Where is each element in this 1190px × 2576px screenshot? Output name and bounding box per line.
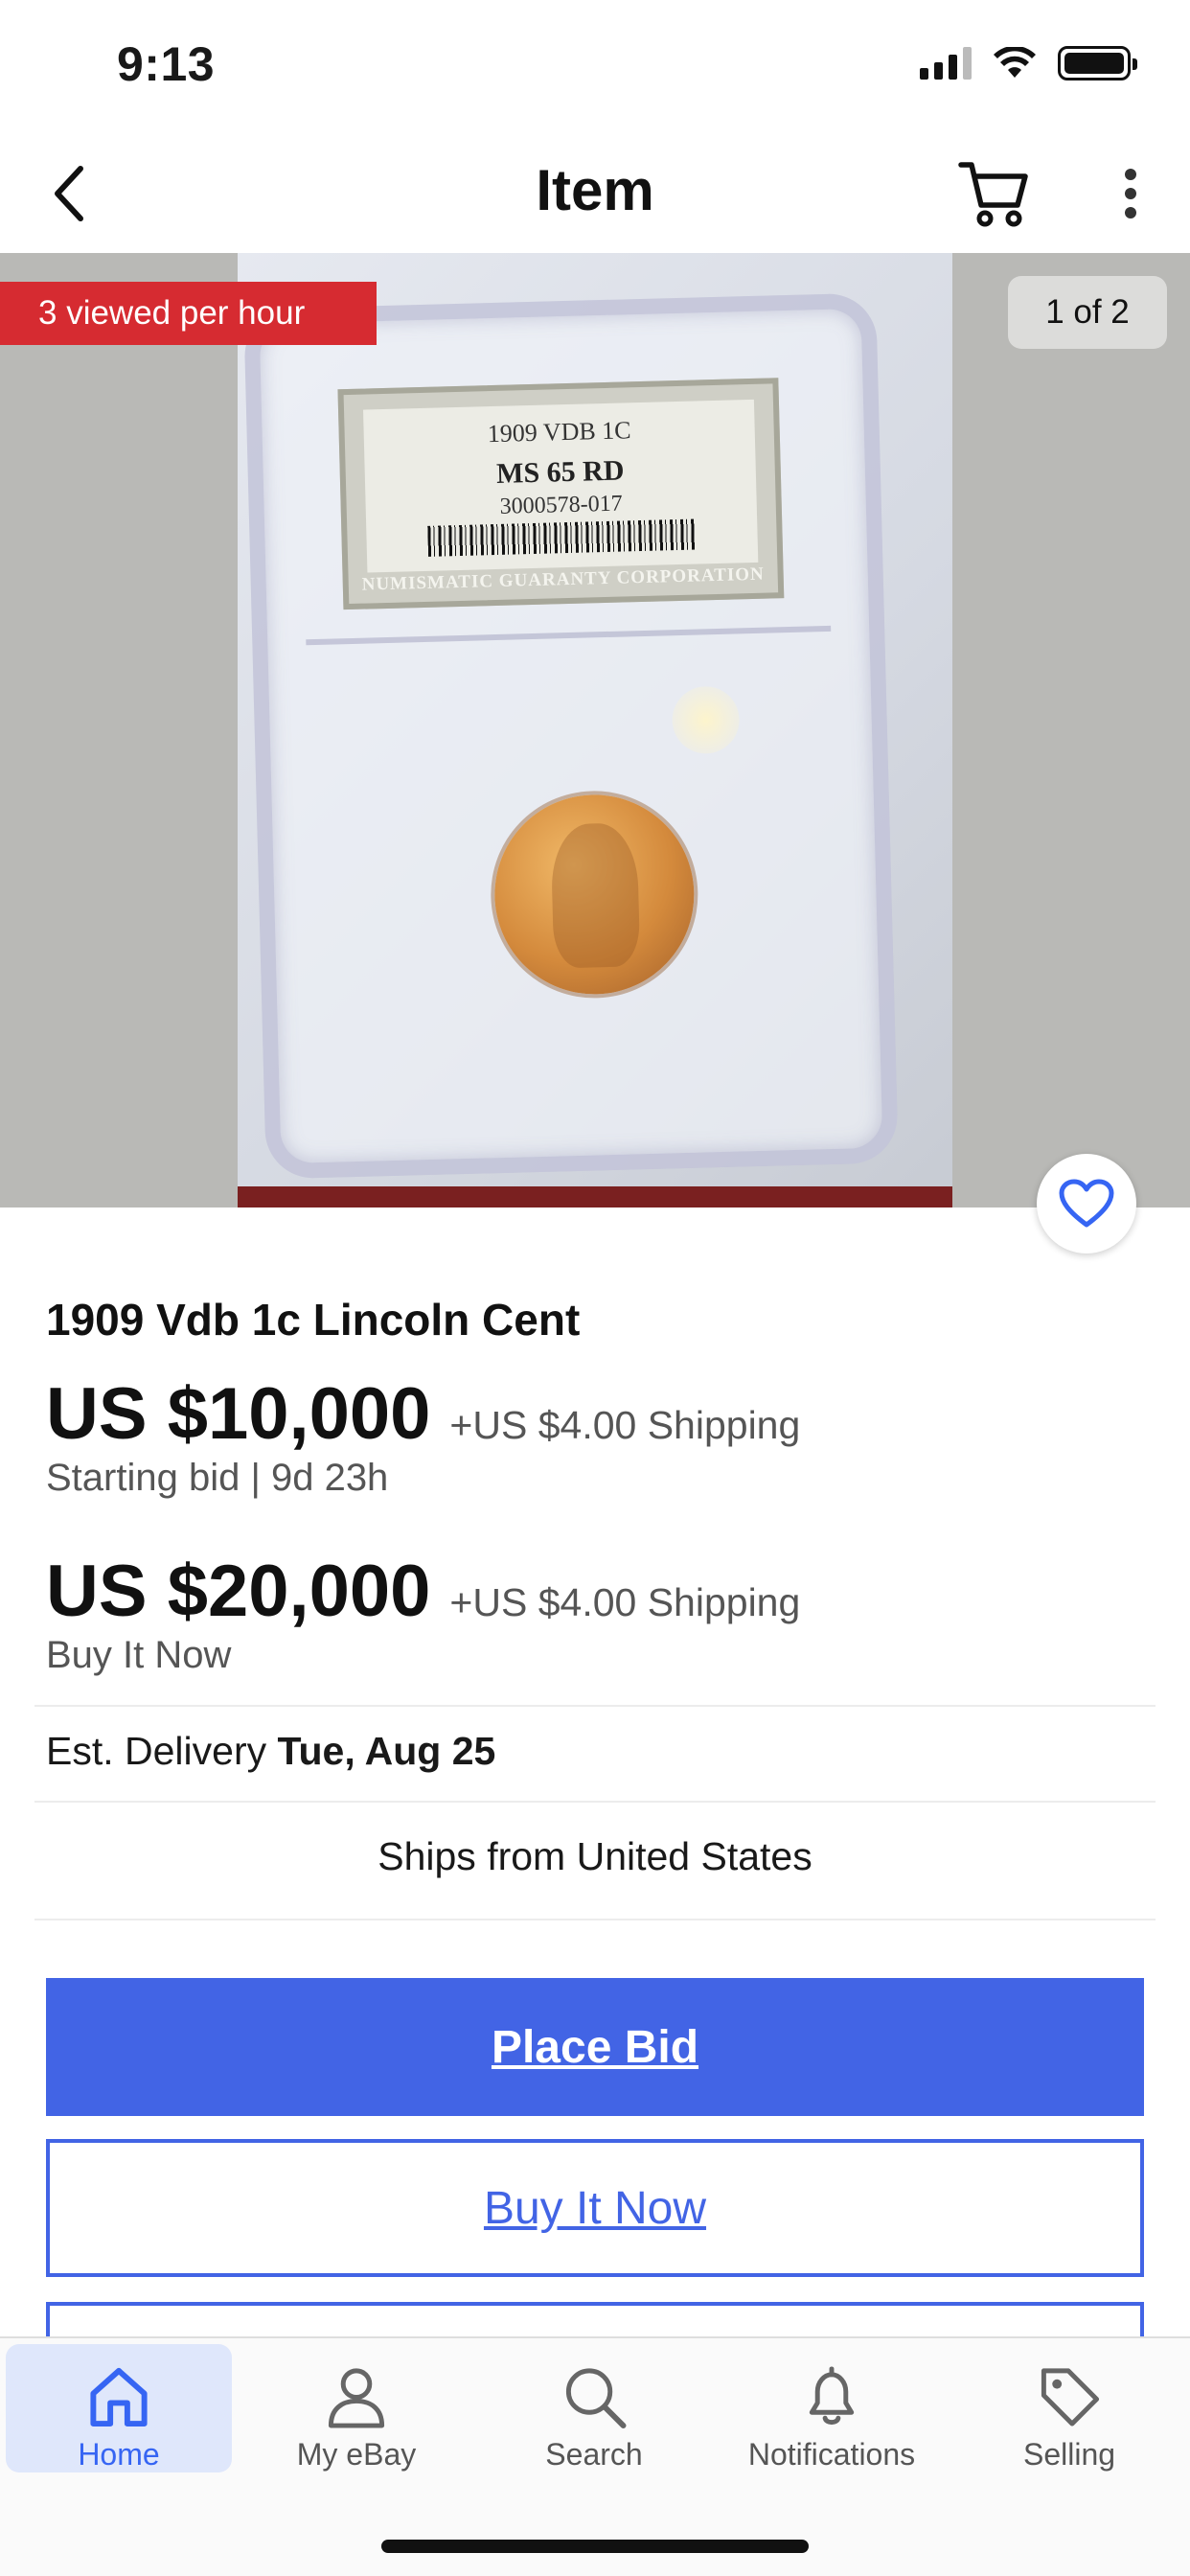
ships-from: Ships from United States bbox=[378, 1834, 812, 1878]
more-vertical-icon bbox=[1125, 169, 1136, 218]
image-gallery[interactable]: 1909 VDB 1C MS 65 RD 3000578-017 NUMISMA… bbox=[0, 253, 1190, 1208]
est-label: Est. Delivery bbox=[46, 1729, 278, 1773]
tab-label: Home bbox=[78, 2437, 160, 2472]
nav-bar: Item bbox=[0, 134, 1190, 253]
search-icon bbox=[565, 2368, 627, 2429]
tab-label: My eBay bbox=[296, 2437, 417, 2472]
status-icons bbox=[920, 46, 1137, 80]
divider bbox=[34, 1705, 1156, 1707]
bid-subtext: Starting bid | 9d 23h bbox=[46, 1457, 389, 1499]
est-date: Tue, Aug 25 bbox=[277, 1729, 496, 1773]
bell-icon bbox=[809, 2366, 855, 2426]
coin-image bbox=[492, 792, 698, 998]
tab-label: Selling bbox=[1022, 2437, 1116, 2472]
status-bar: 9:13 bbox=[0, 0, 1190, 134]
estimated-delivery: Est. Delivery Tue, Aug 25 bbox=[46, 1729, 495, 1774]
item-page: 9:13 Item 1909 VDB 1C MS 65 RD 3000578-0… bbox=[0, 0, 1190, 2576]
bin-price-row: US $20,000 +US $4.00 Shipping bbox=[46, 1550, 800, 1633]
status-time: 9:13 bbox=[117, 37, 216, 91]
heart-icon bbox=[1059, 1179, 1114, 1228]
views-badge: 3 viewed per hour bbox=[0, 282, 377, 345]
item-photo: 1909 VDB 1C MS 65 RD 3000578-017 NUMISMA… bbox=[238, 253, 952, 1208]
home-icon bbox=[90, 2367, 148, 2427]
divider bbox=[34, 1801, 1156, 1803]
wifi-icon bbox=[994, 47, 1036, 78]
slab-cert: 3000578-017 bbox=[499, 491, 624, 519]
watch-button[interactable] bbox=[1037, 1154, 1136, 1254]
place-bid-button[interactable]: Place Bid bbox=[46, 1978, 1144, 2116]
bid-shipping: +US $4.00 Shipping bbox=[449, 1403, 801, 1447]
tab-notifications[interactable]: Notifications bbox=[719, 2344, 945, 2472]
tab-label: Search bbox=[545, 2437, 643, 2472]
bid-price: US $10,000 bbox=[46, 1373, 431, 1455]
buy-it-now-button[interactable]: Buy It Now bbox=[46, 2139, 1144, 2277]
tab-selling[interactable]: Selling bbox=[956, 2344, 1182, 2472]
slab-label: 1909 VDB 1C MS 65 RD 3000578-017 NUMISMA… bbox=[337, 378, 785, 610]
bid-price-row: US $10,000 +US $4.00 Shipping bbox=[46, 1372, 800, 1456]
image-counter: 1 of 2 bbox=[1008, 276, 1167, 349]
tab-search[interactable]: Search bbox=[481, 2344, 707, 2472]
bin-price: US $20,000 bbox=[46, 1551, 431, 1632]
slab-grade: MS 65 RD bbox=[495, 454, 625, 490]
more-options-button[interactable] bbox=[1102, 155, 1159, 232]
bin-subtext: Buy It Now bbox=[46, 1634, 232, 1676]
divider bbox=[34, 1919, 1156, 1920]
cart-icon bbox=[958, 162, 1028, 227]
tab-my-ebay[interactable]: My eBay bbox=[243, 2344, 469, 2472]
cellular-signal-icon bbox=[920, 47, 972, 80]
item-title: 1909 Vdb 1c Lincoln Cent bbox=[46, 1295, 581, 1345]
tab-label: Notifications bbox=[747, 2437, 916, 2472]
tab-home[interactable]: Home bbox=[6, 2344, 232, 2472]
person-icon bbox=[328, 2368, 385, 2428]
bin-shipping: +US $4.00 Shipping bbox=[449, 1580, 801, 1624]
tag-icon bbox=[1041, 2368, 1100, 2426]
cart-button[interactable] bbox=[954, 153, 1035, 234]
coin-slab-image: 1909 VDB 1C MS 65 RD 3000578-017 NUMISMA… bbox=[243, 292, 899, 1180]
barcode-graphic bbox=[427, 518, 697, 557]
home-indicator bbox=[381, 2540, 809, 2553]
slab-line1: 1909 VDB 1C bbox=[487, 416, 631, 448]
battery-icon bbox=[1058, 46, 1137, 80]
